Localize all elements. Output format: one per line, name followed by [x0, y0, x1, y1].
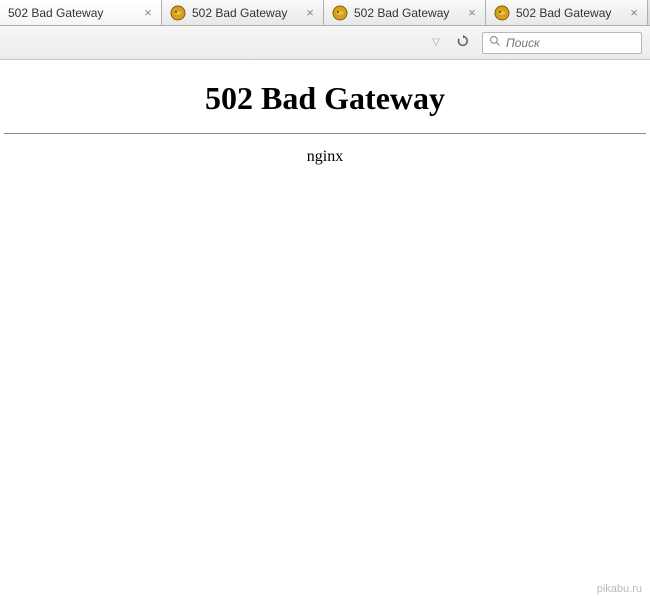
close-icon[interactable]: ×: [627, 6, 641, 20]
tab-title: 502 Bad Gateway: [354, 6, 459, 20]
tab-1[interactable]: 502 Bad Gateway ×: [162, 0, 324, 25]
close-icon[interactable]: ×: [303, 6, 317, 20]
dropdown-icon[interactable]: ▽: [428, 35, 444, 50]
tab-0[interactable]: 502 Bad Gateway ×: [0, 0, 162, 25]
watermark: pikabu.ru: [597, 583, 642, 595]
close-icon[interactable]: ×: [465, 6, 479, 20]
search-input[interactable]: [506, 36, 635, 50]
tab-title: 502 Bad Gateway: [516, 6, 621, 20]
search-box[interactable]: [482, 32, 642, 54]
search-icon: [489, 34, 501, 52]
divider: [4, 133, 646, 134]
tab-3[interactable]: 502 Bad Gateway ×: [486, 0, 648, 25]
tab-title: 502 Bad Gateway: [8, 6, 135, 20]
server-name: nginx: [0, 148, 650, 166]
favicon-icon: [494, 5, 510, 21]
tab-2[interactable]: 502 Bad Gateway ×: [324, 0, 486, 25]
tab-title: 502 Bad Gateway: [192, 6, 297, 20]
page-content: 502 Bad Gateway nginx: [0, 60, 650, 166]
toolbar: ▽: [0, 26, 650, 60]
favicon-icon: [170, 5, 186, 21]
tab-bar: 502 Bad Gateway × 502 Bad Gateway × 502 …: [0, 0, 650, 26]
favicon-icon: [332, 5, 348, 21]
error-heading: 502 Bad Gateway: [0, 80, 650, 117]
close-icon[interactable]: ×: [141, 6, 155, 20]
reload-icon[interactable]: [450, 32, 476, 53]
